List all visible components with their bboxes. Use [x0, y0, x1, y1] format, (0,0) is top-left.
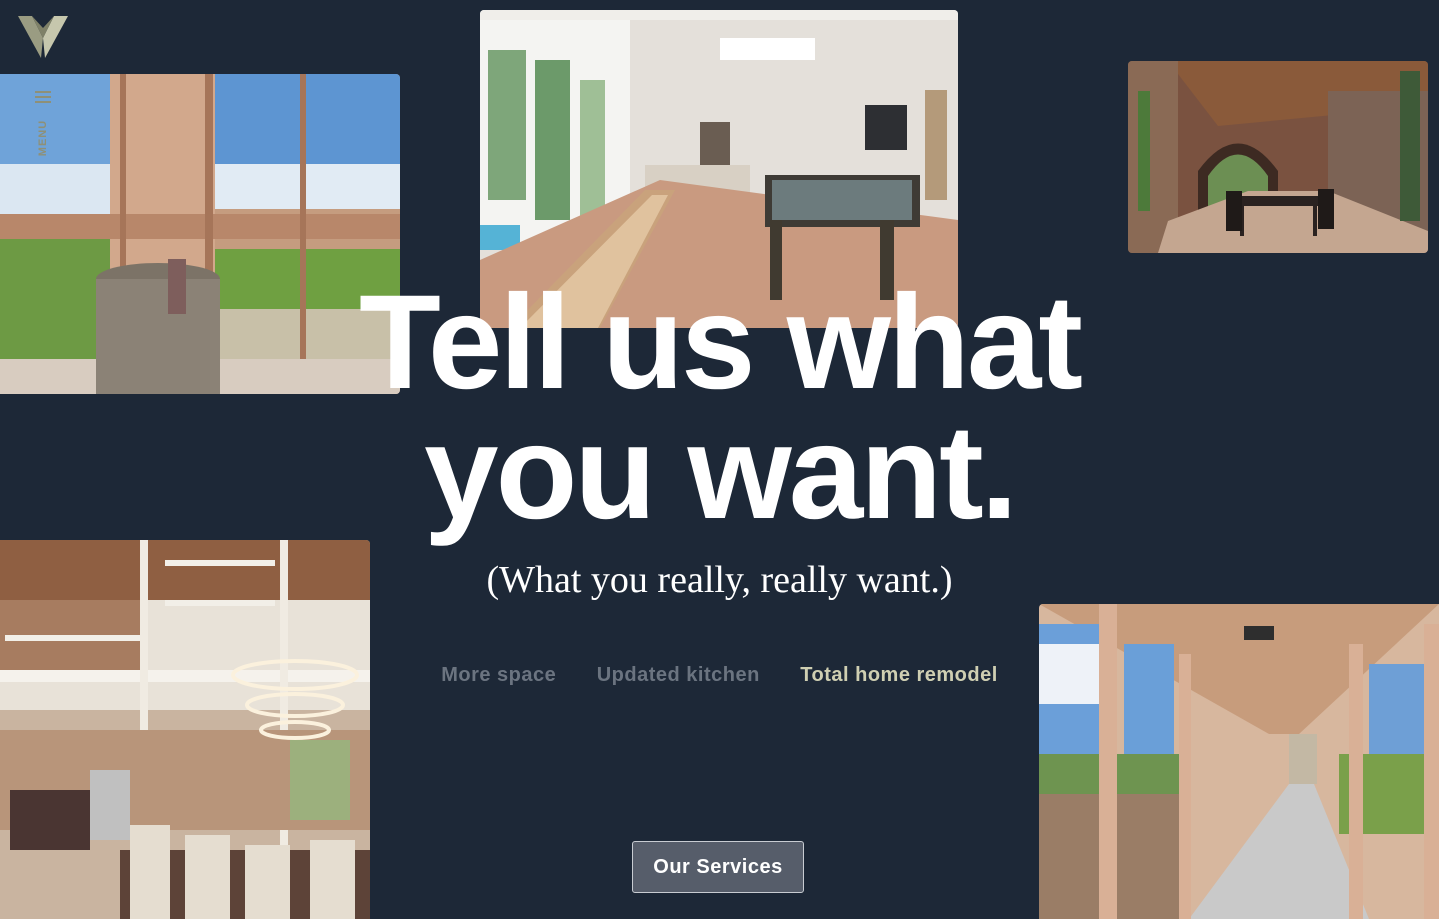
want-options: More space Updated kitchen Total home re…	[0, 664, 1439, 687]
v-logo-icon	[18, 16, 68, 58]
hero-headline-line-2: you want.	[424, 398, 1018, 547]
hero-headline: Tell us what you want.	[0, 276, 1439, 540]
hamburger-icon	[35, 91, 51, 106]
menu-label: MENU	[37, 119, 49, 157]
option-total-home-remodel[interactable]: Total home remodel	[800, 664, 998, 687]
hero-subheadline: (What you really, really want.)	[486, 559, 953, 601]
brand-logo[interactable]	[18, 16, 68, 58]
option-updated-kitchen[interactable]: Updated kitchen	[597, 664, 760, 687]
option-more-space[interactable]: More space	[441, 664, 556, 687]
menu-toggle[interactable]: MENU	[30, 88, 56, 168]
hero-headline-line-1: Tell us what	[359, 268, 1083, 417]
photo-glass-hallway	[1039, 604, 1439, 919]
photo-covered-patio	[1128, 61, 1428, 253]
our-services-button[interactable]: Our Services	[632, 841, 804, 893]
